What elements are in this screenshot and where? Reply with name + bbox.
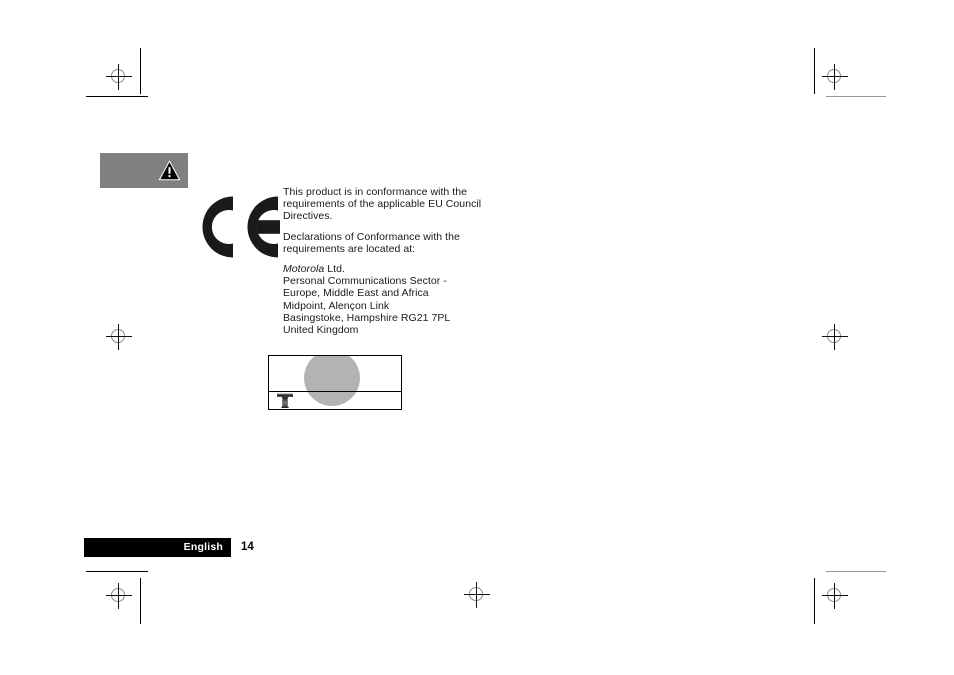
registration-vline: [118, 583, 119, 609]
registration-mark-bottom-left: [106, 583, 132, 609]
registration-mark-top-left: [106, 64, 132, 90]
registration-vline: [118, 324, 119, 350]
label-location-diagram: [268, 355, 402, 410]
registration-vline: [118, 64, 119, 90]
address-line-3: Europe, Middle East and Africa: [283, 287, 429, 300]
registration-hline: [822, 336, 848, 337]
company-suffix: Ltd.: [324, 263, 345, 276]
address-line-5: Basingstoke, Hampshire RG21 7PL: [283, 311, 451, 324]
diagram-circle-shape: [304, 356, 360, 406]
trim-line-top-left-v: [140, 48, 141, 94]
registration-vline: [834, 64, 835, 90]
registration-mark-left-middle: [106, 324, 132, 350]
ce-mark-icon: [200, 193, 280, 261]
footer-page-number: 14: [241, 541, 254, 553]
registration-hline: [822, 76, 848, 77]
address-line-6: United Kingdom: [283, 324, 359, 337]
conformance-address: Motorola Ltd. Personal Communications Se…: [283, 263, 483, 336]
diagram-divider-line: [269, 391, 401, 392]
registration-mark-bottom-center: [464, 582, 490, 608]
warning-banner: [100, 153, 188, 188]
conformance-paragraph-2: Declarations of Conformance with the req…: [283, 230, 460, 255]
registration-mark-top-right: [822, 64, 848, 90]
registration-vline: [476, 582, 477, 608]
trim-line-top-left-h: [86, 96, 148, 97]
conformance-paragraph-1: This product is in conformance with the …: [283, 186, 482, 223]
footer-language-label: English: [183, 541, 223, 553]
conformance-text-block: This product is in conformance with the …: [283, 186, 483, 336]
trim-line-bottom-right-v: [814, 578, 815, 624]
address-line-4: Midpoint, Alençon Link: [283, 299, 390, 312]
registration-hline: [106, 595, 132, 596]
document-page: This product is in conformance with the …: [0, 0, 954, 675]
footer-language-bar: English: [84, 538, 231, 557]
registration-hline: [822, 595, 848, 596]
trim-line-top-right-h: [826, 96, 886, 97]
registration-hline: [106, 336, 132, 337]
company-name: Motorola: [283, 263, 325, 276]
trim-line-top-right-v: [814, 48, 815, 94]
trim-line-bottom-left-v: [140, 578, 141, 624]
registration-hline: [106, 76, 132, 77]
registration-vline: [834, 583, 835, 609]
registration-hline: [464, 594, 490, 595]
registration-vline: [834, 324, 835, 350]
registration-mark-bottom-right: [822, 583, 848, 609]
warning-triangle-icon: [158, 159, 181, 181]
trim-line-bottom-left-h: [86, 571, 148, 572]
address-line-2: Personal Communications Sector -: [283, 275, 447, 288]
trim-line-bottom-right-h: [826, 571, 886, 572]
battery-label-icon: [276, 393, 294, 409]
registration-mark-right-middle: [822, 324, 848, 350]
